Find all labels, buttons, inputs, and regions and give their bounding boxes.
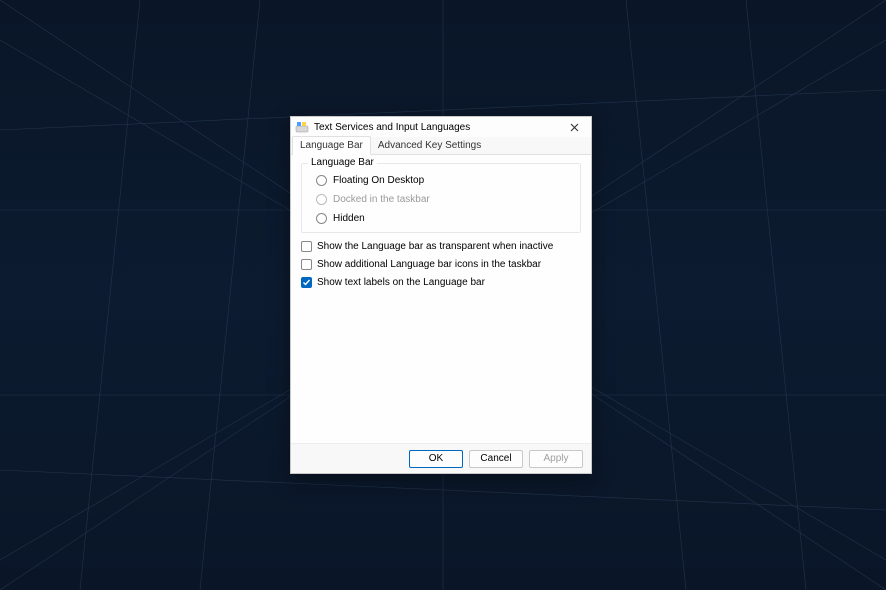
tab-label: Language Bar bbox=[300, 140, 363, 151]
button-label: Cancel bbox=[480, 453, 511, 464]
tab-advanced-key-settings[interactable]: Advanced Key Settings bbox=[371, 137, 488, 154]
radio-icon bbox=[316, 213, 327, 224]
radio-label: Docked in the taskbar bbox=[333, 194, 430, 205]
cancel-button[interactable]: Cancel bbox=[469, 450, 523, 468]
radio-label: Floating On Desktop bbox=[333, 175, 424, 186]
text-services-dialog: Text Services and Input Languages Langua… bbox=[290, 116, 592, 474]
language-bar-group: Language Bar Floating On Desktop Docked … bbox=[301, 163, 581, 233]
group-legend: Language Bar bbox=[308, 157, 377, 168]
apply-button: Apply bbox=[529, 450, 583, 468]
tab-language-bar[interactable]: Language Bar bbox=[292, 136, 371, 155]
dialog-title: Text Services and Input Languages bbox=[314, 122, 561, 133]
button-label: Apply bbox=[543, 453, 568, 464]
checkbox-label: Show the Language bar as transparent whe… bbox=[317, 241, 553, 252]
checkbox-transparent-when-inactive[interactable]: Show the Language bar as transparent whe… bbox=[301, 241, 581, 252]
tab-label: Advanced Key Settings bbox=[378, 140, 481, 151]
radio-hidden[interactable]: Hidden bbox=[316, 213, 572, 224]
radio-icon bbox=[316, 175, 327, 186]
checkbox-icon bbox=[301, 241, 312, 252]
titlebar: Text Services and Input Languages bbox=[291, 117, 591, 137]
app-icon bbox=[295, 121, 309, 133]
radio-label: Hidden bbox=[333, 213, 365, 224]
close-button[interactable] bbox=[561, 118, 587, 136]
checkbox-additional-icons[interactable]: Show additional Language bar icons in th… bbox=[301, 259, 581, 270]
radio-icon bbox=[316, 194, 327, 205]
checkbox-text-labels[interactable]: Show text labels on the Language bar bbox=[301, 277, 581, 288]
checkbox-label: Show additional Language bar icons in th… bbox=[317, 259, 541, 270]
button-bar: OK Cancel Apply bbox=[291, 443, 591, 473]
button-label: OK bbox=[429, 453, 443, 464]
radio-floating-on-desktop[interactable]: Floating On Desktop bbox=[316, 175, 572, 186]
checkbox-icon bbox=[301, 277, 312, 288]
tab-strip: Language Bar Advanced Key Settings bbox=[291, 137, 591, 155]
radio-docked-in-taskbar: Docked in the taskbar bbox=[316, 194, 572, 205]
ok-button[interactable]: OK bbox=[409, 450, 463, 468]
checkbox-label: Show text labels on the Language bar bbox=[317, 277, 485, 288]
tab-content: Language Bar Floating On Desktop Docked … bbox=[291, 155, 591, 443]
checkbox-icon bbox=[301, 259, 312, 270]
